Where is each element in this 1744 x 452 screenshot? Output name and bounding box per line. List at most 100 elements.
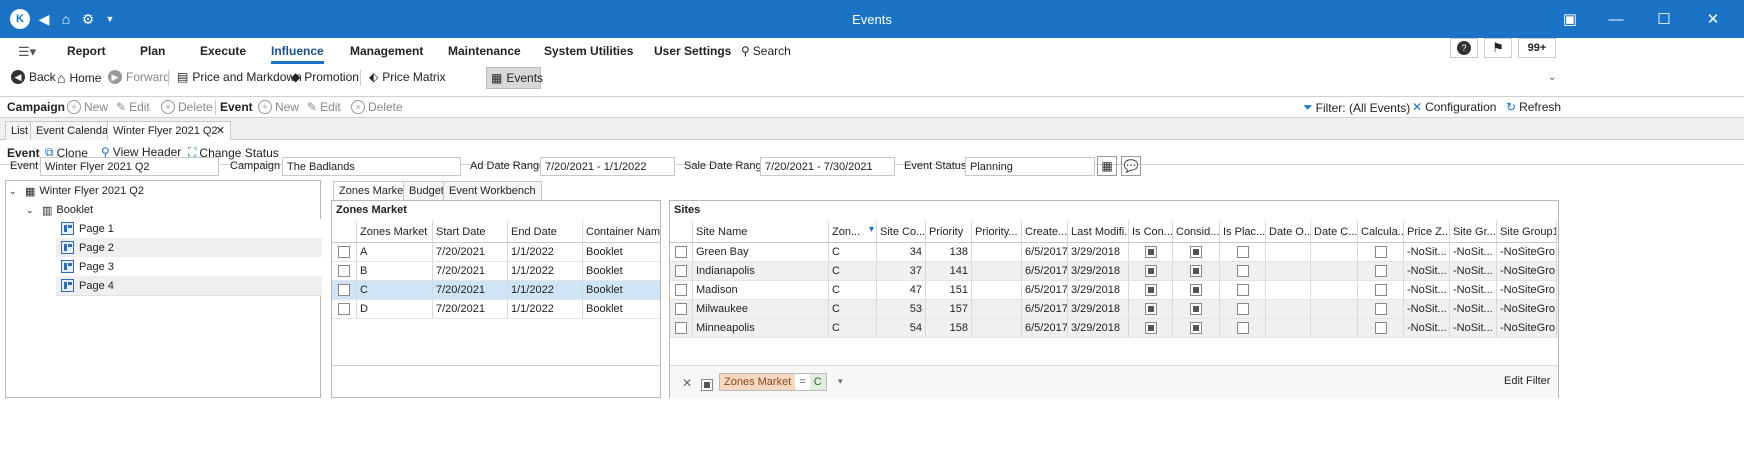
- tree-node-page[interactable]: Page 2: [56, 238, 322, 258]
- checkbox-cell[interactable]: [1173, 243, 1220, 261]
- home-button[interactable]: ⌂ Home: [57, 70, 101, 86]
- filter-button[interactable]: ⏷ Filter: (All Events): [1303, 100, 1410, 115]
- checkbox-cell[interactable]: [1173, 300, 1220, 318]
- column-header[interactable]: Site Name: [693, 221, 829, 242]
- filter-field[interactable]: Zones Market: [720, 374, 796, 390]
- row-checkbox-cell[interactable]: [670, 243, 693, 261]
- minimize-button[interactable]: —: [1602, 7, 1630, 31]
- row-checkbox[interactable]: [675, 322, 687, 335]
- cell-checkbox[interactable]: [1236, 284, 1249, 297]
- back-button[interactable]: ◀ Back: [11, 70, 56, 84]
- checkbox-cell[interactable]: [1220, 319, 1266, 337]
- row-checkbox-cell[interactable]: [332, 243, 357, 261]
- column-header[interactable]: Priority: [926, 221, 972, 242]
- tab-zones-market[interactable]: Zones Market: [333, 181, 413, 200]
- row-checkbox[interactable]: [675, 303, 687, 316]
- flag-button[interactable]: ⚑: [1484, 38, 1512, 58]
- column-header[interactable]: Site Co...: [877, 221, 926, 242]
- event-status-field[interactable]: Planning: [965, 157, 1095, 176]
- event-edit-button[interactable]: ✎ Edit: [307, 100, 341, 114]
- checkbox-cell[interactable]: [1129, 319, 1173, 337]
- row-checkbox[interactable]: [675, 265, 687, 278]
- checkbox-cell[interactable]: [1220, 281, 1266, 299]
- promotion-button[interactable]: ◆ Promotion: [291, 70, 359, 84]
- column-header[interactable]: Is Con...: [1129, 221, 1173, 242]
- help-button[interactable]: ?: [1450, 38, 1478, 58]
- sites-table-row[interactable]: Green Bay C 34 138 6/5/2017 3/29/2018 -NoSit..…: [670, 243, 1558, 262]
- column-header[interactable]: Price Z...: [1404, 221, 1450, 242]
- row-checkbox[interactable]: [338, 284, 350, 297]
- campaign-new-button[interactable]: + New: [67, 100, 108, 114]
- row-checkbox[interactable]: [338, 265, 350, 278]
- cell-checkbox[interactable]: [1374, 322, 1387, 335]
- column-header[interactable]: Priority...: [972, 221, 1022, 242]
- row-checkbox[interactable]: [338, 246, 350, 259]
- checkbox-cell[interactable]: [1358, 319, 1404, 337]
- checkbox-cell[interactable]: [1129, 262, 1173, 280]
- menu-management[interactable]: Management: [350, 44, 423, 58]
- cell-checkbox[interactable]: [1190, 246, 1202, 259]
- maximize-button[interactable]: ☐: [1650, 7, 1678, 31]
- row-checkbox[interactable]: [338, 303, 350, 316]
- column-header[interactable]: End Date: [508, 221, 583, 242]
- checkbox-cell[interactable]: [1220, 262, 1266, 280]
- menu-maintenance[interactable]: Maintenance: [448, 44, 521, 58]
- enable-filter-checkbox[interactable]: [701, 378, 713, 391]
- tab-event-calendar[interactable]: Event Calendar: [30, 121, 118, 140]
- row-checkbox[interactable]: [675, 246, 687, 259]
- checkbox-cell[interactable]: [1358, 243, 1404, 261]
- cell-checkbox[interactable]: [1190, 284, 1202, 297]
- row-checkbox[interactable]: [675, 284, 687, 297]
- column-header[interactable]: Site Gr...: [1450, 221, 1497, 242]
- cell-checkbox[interactable]: [1144, 284, 1157, 297]
- filter-dropdown-icon[interactable]: ▾: [838, 376, 843, 387]
- cell-checkbox[interactable]: [1236, 246, 1249, 259]
- chevron-down-icon[interactable]: ⌄: [9, 186, 21, 197]
- restore-layout-icon[interactable]: ▣: [1556, 7, 1584, 31]
- column-header[interactable]: Zon... ▾: [829, 221, 877, 242]
- tree-node-booklet[interactable]: ⌄ ▥ Booklet: [26, 200, 319, 220]
- chevron-down-icon[interactable]: ⌄: [26, 205, 38, 216]
- checkbox-cell[interactable]: [1358, 281, 1404, 299]
- cell-checkbox[interactable]: [1190, 303, 1202, 316]
- price-markdown-button[interactable]: ▤ Price and Markdown: [177, 70, 302, 84]
- configuration-button[interactable]: ✕ Configuration: [1412, 100, 1496, 114]
- cell-checkbox[interactable]: [1144, 265, 1157, 278]
- event-field[interactable]: Winter Flyer 2021 Q2: [40, 157, 219, 176]
- checkbox-cell[interactable]: [1173, 281, 1220, 299]
- refresh-button[interactable]: ↻ Refresh: [1506, 100, 1561, 114]
- tab-event-workbench[interactable]: Event Workbench: [443, 181, 542, 200]
- checkbox-cell[interactable]: [1173, 262, 1220, 280]
- cell-checkbox[interactable]: [1190, 322, 1202, 335]
- close-button[interactable]: ✕: [1699, 7, 1727, 31]
- campaign-field[interactable]: The Badlands: [282, 157, 461, 176]
- tree-node-page[interactable]: Page 3: [56, 257, 322, 277]
- checkbox-cell[interactable]: [1129, 243, 1173, 261]
- menu-system-utilities[interactable]: System Utilities: [544, 44, 633, 58]
- column-header[interactable]: Consid...: [1173, 221, 1220, 242]
- menu-plan[interactable]: Plan: [140, 44, 165, 58]
- zones-table-row[interactable]: A 7/20/2021 1/1/2022 Booklet: [332, 243, 660, 262]
- notifications-badge[interactable]: 99+: [1518, 38, 1556, 58]
- zones-table-row[interactable]: D 7/20/2021 1/1/2022 Booklet: [332, 300, 660, 319]
- filter-expression[interactable]: Zones Market = C: [719, 373, 827, 391]
- event-delete-button[interactable]: × Delete: [351, 100, 403, 114]
- search-button[interactable]: ⚲ Search: [741, 44, 791, 58]
- sites-table-row[interactable]: Milwaukee C 53 157 6/5/2017 3/29/2018 -NoSit..…: [670, 300, 1558, 319]
- tree-node-page[interactable]: Page 1: [56, 219, 322, 239]
- column-filter-icon[interactable]: ▾: [869, 224, 874, 235]
- checkbox-cell[interactable]: [1358, 300, 1404, 318]
- cell-checkbox[interactable]: [1374, 265, 1387, 278]
- row-checkbox-cell[interactable]: [670, 300, 693, 318]
- price-matrix-button[interactable]: ⬖ Price Matrix: [369, 70, 446, 84]
- campaign-edit-button[interactable]: ✎ Edit: [116, 100, 150, 114]
- cell-checkbox[interactable]: [1374, 246, 1387, 259]
- column-header[interactable]: Last Modifi...: [1068, 221, 1129, 242]
- checkbox-cell[interactable]: [1129, 281, 1173, 299]
- cell-checkbox[interactable]: [1236, 265, 1249, 278]
- close-tab-icon[interactable]: ✕: [216, 124, 225, 137]
- edit-filter-button[interactable]: Edit Filter: [1504, 375, 1550, 387]
- column-header[interactable]: Date C...: [1311, 221, 1358, 242]
- ad-date-range-field[interactable]: 7/20/2021 - 1/1/2022: [540, 157, 675, 176]
- row-checkbox-cell[interactable]: [670, 281, 693, 299]
